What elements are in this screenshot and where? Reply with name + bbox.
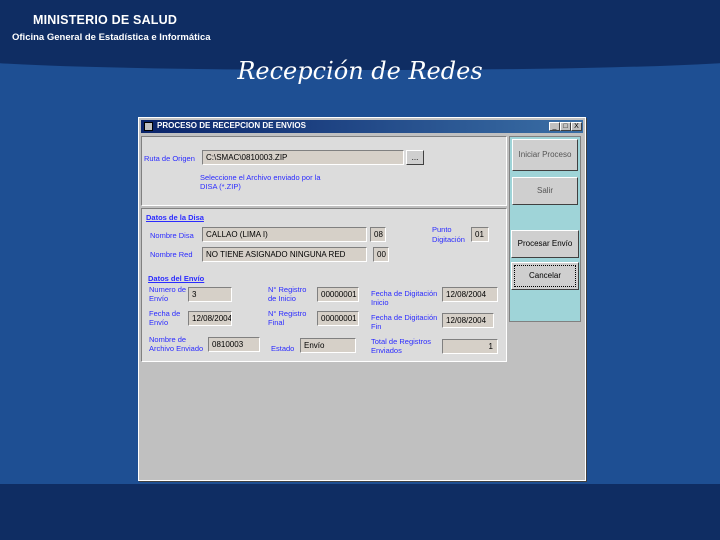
iniciar-proceso-button[interactable]: Iniciar Proceso (512, 139, 578, 171)
nombre-disa-label: Nombre Disa (150, 231, 194, 240)
numero-envio-field[interactable]: 3 (188, 287, 232, 302)
fecha-envio-label-2: Envío (149, 318, 169, 327)
reg-final-label-2: Final (268, 318, 285, 327)
nombre-disa-code[interactable]: 08 (370, 227, 386, 242)
fdig-inicio-label-1: Fecha de Digitación (371, 289, 438, 298)
punto-field[interactable]: 01 (471, 227, 489, 242)
nombre-red-label: Nombre Red (150, 250, 193, 259)
datos-panel: Datos de la Disa Nombre Disa CALLAO (LIM… (141, 208, 507, 362)
reg-inicio-field[interactable]: 00000001 (317, 287, 359, 302)
actions-panel: Iniciar Proceso Salir (509, 136, 581, 322)
origen-hint-1: Seleccione el Archivo enviado por la (200, 173, 321, 182)
maximize-button[interactable]: □ (560, 122, 571, 131)
reg-final-field[interactable]: 00000001 (317, 311, 359, 326)
fdig-fin-label-1: Fecha de Digitación (371, 313, 438, 322)
numero-envio-label-1: Numero de (149, 285, 187, 294)
slide-title: Recepción de Redes (237, 57, 483, 85)
fecha-envio-field[interactable]: 12/08/2004 (188, 311, 232, 326)
estado-field[interactable]: Envío (300, 338, 356, 353)
origen-label: Ruta de Origen (144, 154, 195, 163)
minimize-button[interactable]: _ (549, 122, 560, 131)
fdig-fin-field[interactable]: 12/08/2004 (442, 313, 494, 328)
total-field[interactable]: 1 (442, 339, 498, 354)
total-label-2: Enviados (371, 346, 402, 355)
archivo-label-1: Nombre de (149, 335, 187, 344)
fdig-fin-label-2: Fin (371, 322, 382, 331)
footer-band (0, 484, 720, 540)
org-name: MINISTERIO DE SALUD (33, 13, 178, 27)
disa-section-title: Datos de la Disa (146, 213, 204, 222)
nombre-red-code[interactable]: 00 (373, 247, 389, 262)
numero-envio-label-2: Envío (149, 294, 169, 303)
app-icon (144, 122, 153, 131)
window-titlebar[interactable]: PROCESO DE RECEPCION DE ENVIOS _ □ X (141, 120, 583, 133)
window-title: PROCESO DE RECEPCION DE ENVIOS (157, 121, 306, 130)
punto-label-2: Digitación (432, 235, 465, 244)
reg-final-label-1: N° Registro (268, 309, 307, 318)
org-subtitle: Oficina General de Estadística e Informá… (12, 32, 211, 43)
archivo-label-2: Archivo Enviado (149, 344, 204, 353)
nombre-disa-field[interactable]: CALLAO (LIMA I) (202, 227, 367, 242)
reg-inicio-label-2: de Inicio (268, 294, 296, 303)
origen-input[interactable]: C:\SMAC\0810003.ZIP (202, 150, 404, 165)
origen-hint-2: DISA (*.ZIP) (200, 182, 241, 191)
app-window: PROCESO DE RECEPCION DE ENVIOS _ □ X Rut… (138, 117, 586, 481)
punto-label-1: Punto (432, 225, 452, 234)
archivo-field[interactable]: 0810003 (208, 337, 260, 352)
origen-panel: Ruta de Origen C:\SMAC\0810003.ZIP ... S… (141, 136, 507, 206)
fdig-inicio-field[interactable]: 12/08/2004 (442, 287, 498, 302)
estado-label: Estado (271, 344, 295, 353)
reg-inicio-label-1: N° Registro (268, 285, 307, 294)
cancelar-button[interactable]: Cancelar (511, 262, 579, 290)
salir-button[interactable]: Salir (512, 177, 578, 205)
nombre-red-field[interactable]: NO TIENE ASIGNADO NINGUNA RED (202, 247, 367, 262)
close-button[interactable]: X (571, 122, 582, 131)
envio-section-title: Datos del Envío (148, 274, 205, 283)
fdig-inicio-label-2: Inicio (371, 298, 389, 307)
browse-button[interactable]: ... (406, 150, 424, 165)
procesar-envio-button[interactable]: Procesar Envío (511, 230, 579, 258)
fecha-envio-label-1: Fecha de (149, 309, 181, 318)
total-label-1: Total de Registros (371, 337, 432, 346)
